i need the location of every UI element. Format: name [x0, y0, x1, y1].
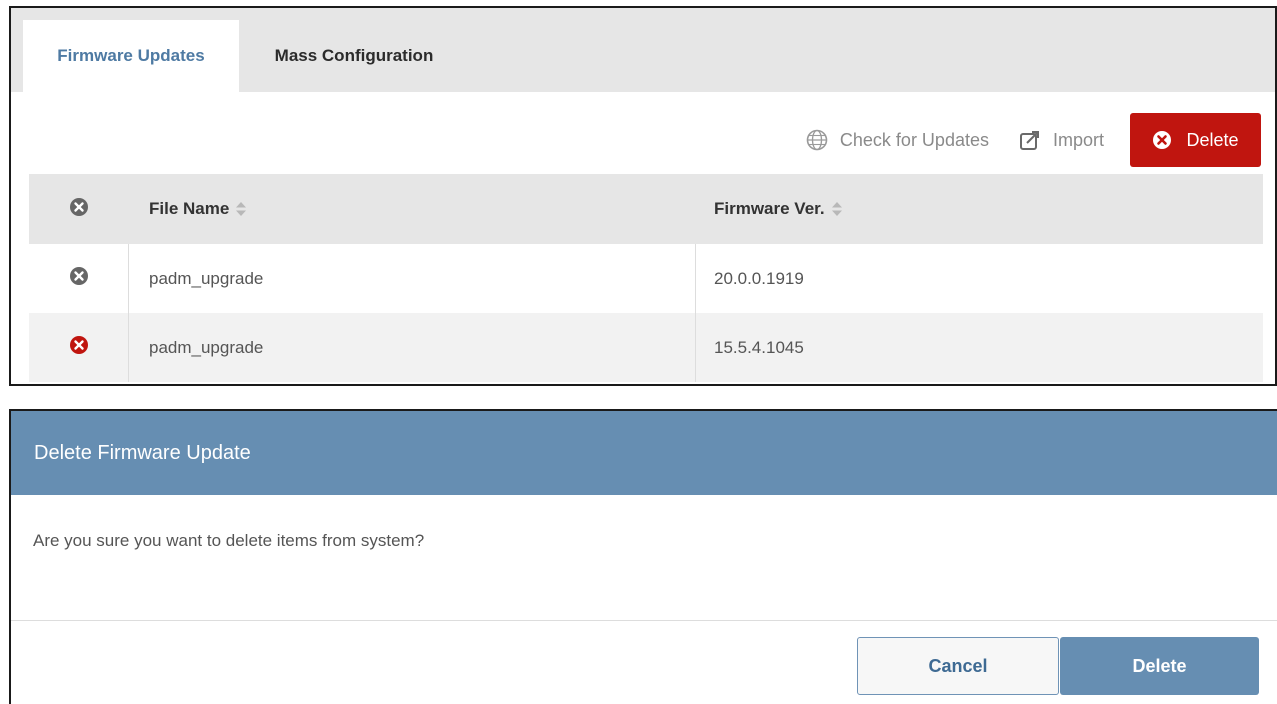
confirm-delete-button[interactable]: Delete: [1060, 637, 1259, 695]
toolbar: Check for Updates Import Delete: [806, 112, 1261, 168]
row-select-toggle[interactable]: [29, 313, 129, 382]
column-header-firmware-ver[interactable]: Firmware Ver.: [696, 174, 1263, 244]
import-icon: [1019, 129, 1041, 151]
row-select-toggle[interactable]: [29, 244, 129, 313]
tab-bar: Firmware Updates Mass Configuration: [11, 8, 1275, 92]
remove-circle-icon: [69, 335, 89, 360]
dialog-body: Are you sure you want to delete items fr…: [11, 495, 1277, 621]
remove-circle-icon: [1152, 130, 1172, 150]
check-for-updates-button[interactable]: Check for Updates: [806, 129, 989, 151]
globe-icon: [806, 129, 828, 151]
select-all-toggle[interactable]: [29, 174, 129, 244]
sort-icon: [236, 202, 247, 216]
table-row: padm_upgrade 15.5.4.1045: [29, 313, 1263, 382]
firmware-table: File Name Firmware Ver. padm_upgrade 20.…: [29, 174, 1263, 382]
delete-button[interactable]: Delete: [1130, 113, 1261, 167]
tab-firmware-updates[interactable]: Firmware Updates: [23, 20, 239, 92]
column-header-file-name[interactable]: File Name: [129, 174, 696, 244]
check-for-updates-label: Check for Updates: [839, 129, 989, 150]
table-header-row: File Name Firmware Ver.: [29, 174, 1263, 244]
sort-icon: [831, 202, 842, 216]
dialog-header: Delete Firmware Update: [11, 411, 1277, 495]
firmware-panel: Firmware Updates Mass Configuration Chec…: [9, 6, 1277, 386]
remove-circle-icon: [69, 266, 89, 291]
dialog-footer: Cancel Delete: [11, 621, 1277, 704]
firmware-ver-cell: 15.5.4.1045: [714, 337, 804, 357]
tab-mass-configuration[interactable]: Mass Configuration: [241, 20, 467, 92]
file-name-cell: padm_upgrade: [129, 313, 696, 382]
dialog-title: Delete Firmware Update: [34, 441, 251, 464]
import-label: Import: [1052, 129, 1104, 150]
delete-button-label: Delete: [1186, 129, 1239, 150]
firmware-ver-header-label: Firmware Ver.: [714, 199, 825, 218]
file-name-header-label: File Name: [149, 199, 230, 218]
table-row: padm_upgrade 20.0.0.1919: [29, 244, 1263, 313]
delete-firmware-dialog: Delete Firmware Update Are you sure you …: [9, 409, 1277, 704]
import-button[interactable]: Import: [1019, 129, 1104, 151]
remove-circle-icon: [69, 197, 89, 222]
firmware-ver-cell: 20.0.0.1919: [714, 268, 804, 288]
file-name-cell: padm_upgrade: [129, 244, 696, 313]
dialog-message: Are you sure you want to delete items fr…: [33, 531, 425, 550]
cancel-button[interactable]: Cancel: [857, 637, 1059, 695]
